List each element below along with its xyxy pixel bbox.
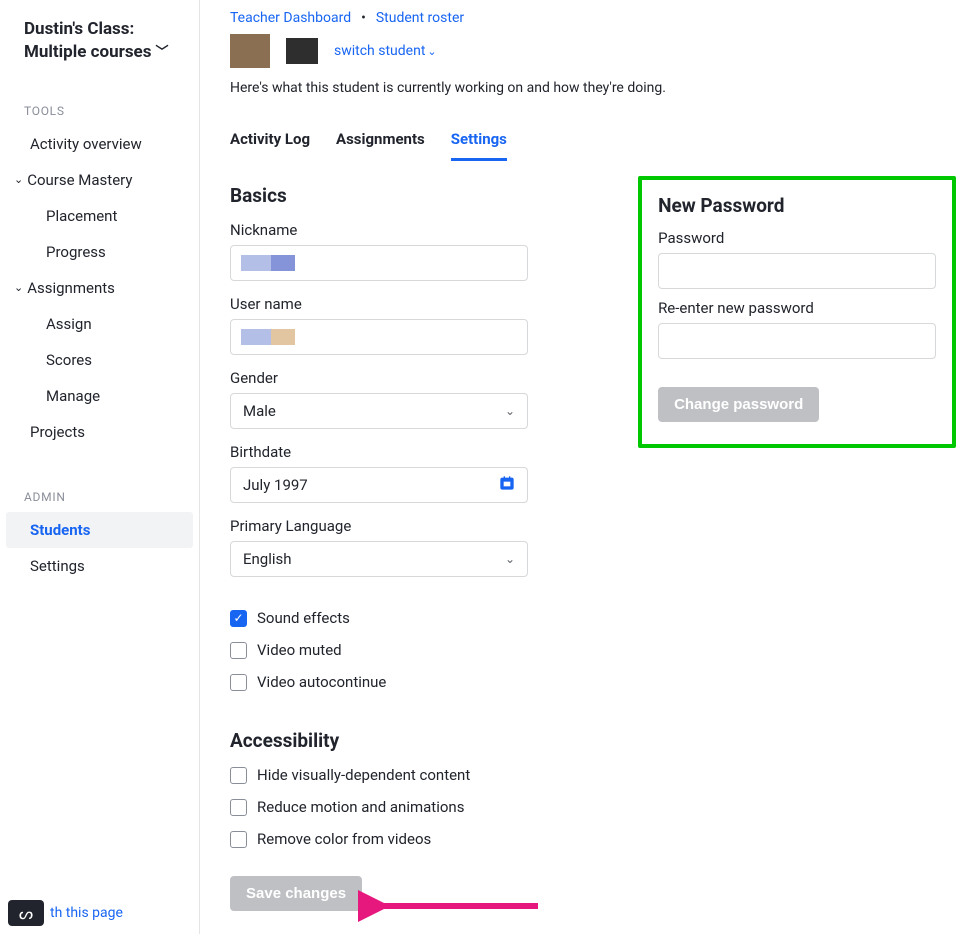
sound-effects-label: Sound effects bbox=[257, 609, 350, 627]
password-input[interactable] bbox=[658, 253, 936, 289]
language-select[interactable]: English ⌄ bbox=[230, 541, 528, 577]
sidebar-item-label: Students bbox=[30, 521, 90, 539]
tab-assignments[interactable]: Assignments bbox=[336, 120, 425, 161]
remove-color-label: Remove color from videos bbox=[257, 830, 431, 848]
sidebar-item-settings[interactable]: Settings bbox=[6, 548, 193, 584]
checkbox-checked-icon: ✓ bbox=[230, 610, 247, 627]
help-chip-icon: ᔕ bbox=[8, 900, 44, 926]
sidebar-item-label: Progress bbox=[46, 243, 106, 261]
sidebar-item-label: Projects bbox=[30, 423, 85, 441]
sidebar-section-admin: ADMIN bbox=[0, 490, 199, 504]
sidebar-item-label: Assignments bbox=[27, 279, 115, 297]
sidebar-item-label: Activity overview bbox=[30, 135, 142, 153]
password-label: Password bbox=[658, 229, 936, 247]
new-password-panel: New Password Password Re-enter new passw… bbox=[638, 176, 956, 448]
basics-heading: Basics bbox=[230, 184, 528, 207]
checkbox-icon bbox=[230, 799, 247, 816]
chevron-down-icon: ⌄ bbox=[505, 404, 515, 418]
sidebar-item-students[interactable]: Students bbox=[6, 512, 193, 548]
sidebar-item-activity-overview[interactable]: Activity overview bbox=[6, 126, 193, 162]
checkbox-icon bbox=[230, 831, 247, 848]
video-autocontinue-label: Video autocontinue bbox=[257, 673, 386, 691]
sidebar-section-tools: TOOLS bbox=[0, 104, 199, 118]
reenter-password-label: Re-enter new password bbox=[658, 299, 936, 317]
sidebar-item-label: Manage bbox=[46, 387, 100, 405]
sidebar-item-projects[interactable]: Projects bbox=[6, 414, 193, 450]
gender-label: Gender bbox=[230, 369, 528, 387]
chevron-down-icon: ⌄ bbox=[14, 281, 23, 294]
remove-color-checkbox-row[interactable]: Remove color from videos bbox=[230, 830, 528, 848]
username-label: User name bbox=[230, 295, 528, 313]
student-description: Here's what this student is currently wo… bbox=[230, 80, 956, 96]
help-link[interactable]: ᔕ th this page bbox=[8, 900, 123, 926]
sidebar-item-label: Scores bbox=[46, 351, 92, 369]
class-title-line1: Dustin's Class: bbox=[24, 18, 181, 41]
sidebar: Dustin's Class: Multiple courses ﹀ TOOLS… bbox=[0, 0, 200, 934]
sidebar-item-progress[interactable]: Progress bbox=[6, 234, 193, 270]
username-input[interactable] bbox=[230, 319, 528, 355]
help-link-text: th this page bbox=[50, 905, 123, 921]
sidebar-item-label: Settings bbox=[30, 557, 85, 575]
chevron-down-icon: ⌄ bbox=[505, 552, 515, 566]
sidebar-item-scores[interactable]: Scores bbox=[6, 342, 193, 378]
checkbox-icon bbox=[230, 674, 247, 691]
sidebar-item-course-mastery[interactable]: ⌄ Course Mastery bbox=[6, 162, 193, 198]
sidebar-item-assignments[interactable]: ⌄ Assignments bbox=[6, 270, 193, 306]
tab-activity-log[interactable]: Activity Log bbox=[230, 120, 310, 161]
student-name-redacted bbox=[284, 36, 320, 66]
redacted-text bbox=[241, 329, 271, 345]
birthdate-label: Birthdate bbox=[230, 443, 528, 461]
redacted-text bbox=[241, 255, 271, 271]
hide-visual-label: Hide visually-dependent content bbox=[257, 766, 470, 784]
avatar bbox=[230, 34, 270, 68]
change-password-button[interactable]: Change password bbox=[658, 387, 819, 422]
birthdate-value: July 1997 bbox=[243, 476, 308, 494]
save-changes-button[interactable]: Save changes bbox=[230, 876, 362, 911]
sidebar-item-label: Placement bbox=[46, 207, 117, 225]
new-password-heading: New Password bbox=[658, 194, 936, 217]
checkbox-icon bbox=[230, 642, 247, 659]
redacted-text bbox=[271, 255, 295, 271]
tab-settings[interactable]: Settings bbox=[451, 120, 507, 161]
chevron-down-icon: ⌄ bbox=[427, 45, 436, 58]
chevron-down-icon: ⌄ bbox=[14, 173, 23, 186]
breadcrumb-student-roster[interactable]: Student roster bbox=[376, 10, 464, 26]
breadcrumb-teacher-dashboard[interactable]: Teacher Dashboard bbox=[230, 10, 351, 26]
sidebar-item-label: Course Mastery bbox=[27, 171, 132, 189]
sidebar-item-placement[interactable]: Placement bbox=[6, 198, 193, 234]
hide-visual-checkbox-row[interactable]: Hide visually-dependent content bbox=[230, 766, 528, 784]
sidebar-item-label: Assign bbox=[46, 315, 92, 333]
checkbox-icon bbox=[230, 767, 247, 784]
breadcrumb-separator-icon: • bbox=[361, 10, 366, 26]
main-content: Teacher Dashboard • Student roster switc… bbox=[200, 0, 978, 934]
reduce-motion-label: Reduce motion and animations bbox=[257, 798, 464, 816]
class-title-line2: Multiple courses bbox=[24, 41, 151, 64]
sidebar-item-manage[interactable]: Manage bbox=[6, 378, 193, 414]
tabs: Activity Log Assignments Settings bbox=[230, 120, 956, 162]
gender-value: Male bbox=[243, 402, 276, 420]
redacted-text bbox=[271, 329, 295, 345]
calendar-icon bbox=[499, 475, 515, 495]
switch-student-link[interactable]: switch student ⌄ bbox=[334, 43, 437, 59]
class-switcher[interactable]: Dustin's Class: Multiple courses ﹀ bbox=[0, 18, 199, 64]
video-muted-checkbox-row[interactable]: Video muted bbox=[230, 641, 528, 659]
language-label: Primary Language bbox=[230, 517, 528, 535]
switch-student-label: switch student bbox=[334, 43, 425, 59]
sound-effects-checkbox-row[interactable]: ✓ Sound effects bbox=[230, 609, 528, 627]
breadcrumb: Teacher Dashboard • Student roster bbox=[230, 10, 956, 26]
birthdate-input[interactable]: July 1997 bbox=[230, 467, 528, 503]
student-header: switch student ⌄ bbox=[230, 34, 956, 68]
nickname-label: Nickname bbox=[230, 221, 528, 239]
chevron-down-icon: ﹀ bbox=[155, 44, 168, 62]
video-muted-label: Video muted bbox=[257, 641, 342, 659]
nickname-input[interactable] bbox=[230, 245, 528, 281]
video-autocontinue-checkbox-row[interactable]: Video autocontinue bbox=[230, 673, 528, 691]
language-value: English bbox=[243, 550, 292, 568]
accessibility-heading: Accessibility bbox=[230, 729, 528, 752]
gender-select[interactable]: Male ⌄ bbox=[230, 393, 528, 429]
sidebar-item-assign[interactable]: Assign bbox=[6, 306, 193, 342]
reduce-motion-checkbox-row[interactable]: Reduce motion and animations bbox=[230, 798, 528, 816]
reenter-password-input[interactable] bbox=[658, 323, 936, 359]
